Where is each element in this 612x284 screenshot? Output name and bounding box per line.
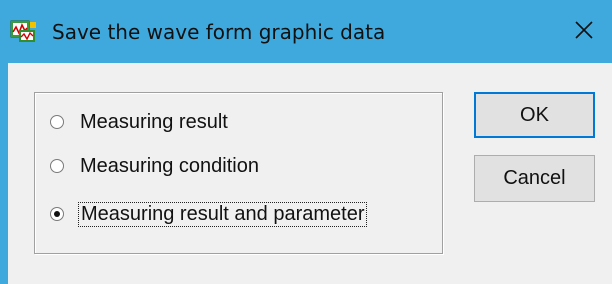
close-icon (573, 19, 595, 46)
close-button[interactable] (566, 14, 602, 50)
radio-measuring-result[interactable]: Measuring result (50, 108, 230, 136)
radio-button-icon[interactable] (50, 115, 64, 129)
dialog-titlebar[interactable]: Save the wave form graphic data (0, 0, 612, 63)
radio-label[interactable]: Measuring result and parameter (78, 201, 368, 227)
radio-label[interactable]: Measuring condition (78, 154, 261, 179)
radio-button-icon[interactable] (50, 207, 64, 221)
radio-label[interactable]: Measuring result (78, 110, 230, 135)
radio-measuring-condition[interactable]: Measuring condition (50, 152, 261, 180)
radio-measuring-result-and-parameter[interactable]: Measuring result and parameter (50, 200, 368, 228)
dialog-title: Save the wave form graphic data (52, 20, 386, 44)
radio-button-icon[interactable] (50, 159, 64, 173)
radio-dot (54, 211, 60, 217)
window-left-border (0, 63, 8, 284)
waveform-app-icon (10, 20, 38, 44)
ok-button[interactable]: OK (474, 92, 595, 138)
cancel-button[interactable]: Cancel (474, 155, 595, 202)
